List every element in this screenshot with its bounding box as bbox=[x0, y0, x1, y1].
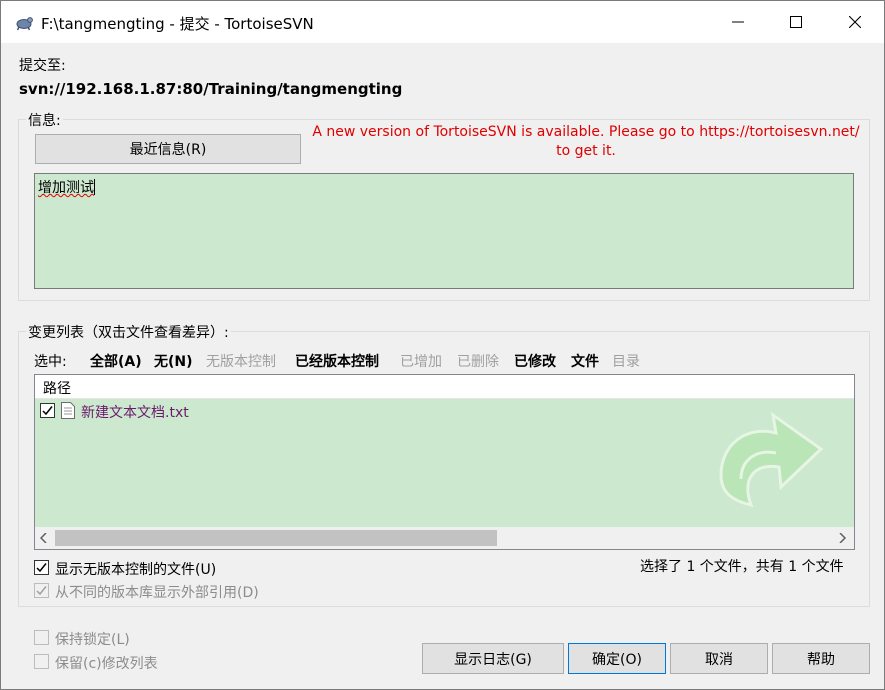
show-externals-checkbox[interactable] bbox=[34, 583, 49, 598]
select-label: 选中: bbox=[34, 354, 67, 370]
text-caret bbox=[94, 179, 95, 195]
file-checkbox[interactable] bbox=[40, 403, 55, 418]
commit-message-text: 增加测试 bbox=[38, 180, 94, 196]
title-bar: F:\tangmengting - 提交 - TortoiseSVN bbox=[1, 1, 884, 43]
keep-locks-label[interactable]: 保持锁定(L) bbox=[55, 629, 130, 649]
filter-added[interactable]: 已增加 bbox=[400, 351, 442, 371]
list-header: 路径 bbox=[35, 375, 854, 399]
scroll-right-icon[interactable] bbox=[839, 533, 847, 543]
show-unversioned-label[interactable]: 显示无版本控制的文件(U) bbox=[55, 559, 216, 579]
minimize-icon bbox=[732, 21, 744, 23]
message-group-label: 信息: bbox=[26, 110, 63, 130]
scroll-left-icon[interactable] bbox=[40, 533, 48, 543]
filter-all[interactable]: 全部(A) bbox=[90, 351, 142, 371]
keep-changelists-checkbox[interactable] bbox=[34, 654, 49, 669]
update-notice-link[interactable]: A new version of TortoiseSVN is availabl… bbox=[311, 123, 861, 161]
filter-none[interactable]: 无(N) bbox=[154, 351, 193, 371]
filter-directories[interactable]: 目录 bbox=[612, 351, 640, 371]
close-button[interactable] bbox=[826, 1, 884, 43]
maximize-icon bbox=[790, 16, 802, 28]
show-log-button[interactable]: 显示日志(G) bbox=[422, 643, 564, 674]
commit-dialog: F:\tangmengting - 提交 - TortoiseSVN 提交至: … bbox=[0, 0, 885, 690]
cancel-button[interactable]: 取消 bbox=[670, 643, 768, 674]
column-header-path[interactable]: 路径 bbox=[43, 378, 71, 398]
maximize-button[interactable] bbox=[767, 1, 825, 43]
show-externals-label[interactable]: 从不同的版本库显示外部引用(D) bbox=[55, 582, 259, 602]
repository-url: svn://192.168.1.87:80/Training/tangmengt… bbox=[19, 80, 403, 98]
ok-button[interactable]: 确定(O) bbox=[568, 643, 666, 674]
check-icon bbox=[42, 406, 53, 416]
tortoisesvn-icon bbox=[16, 17, 33, 31]
scrollbar-thumb[interactable] bbox=[55, 530, 497, 546]
window-title: F:\tangmengting - 提交 - TortoiseSVN bbox=[41, 15, 314, 33]
text-file-icon bbox=[61, 402, 75, 419]
filter-deleted[interactable]: 已删除 bbox=[457, 351, 499, 371]
changes-group-label: 变更列表（双击文件查看差异）: bbox=[26, 322, 231, 342]
commit-to-label: 提交至: bbox=[19, 58, 66, 74]
filter-modified[interactable]: 已修改 bbox=[514, 351, 556, 371]
filter-unversioned[interactable]: 无版本控制 bbox=[206, 351, 276, 371]
list-body: 新建文本文档.txt bbox=[35, 399, 854, 527]
file-name: 新建文本文档.txt bbox=[81, 405, 189, 421]
keep-changelists-label[interactable]: 保留(c)修改列表 bbox=[55, 653, 158, 673]
filter-versioned[interactable]: 已经版本控制 bbox=[295, 351, 379, 371]
horizontal-scrollbar[interactable] bbox=[35, 527, 854, 549]
check-icon bbox=[36, 586, 47, 596]
close-icon bbox=[849, 16, 861, 28]
keep-locks-checkbox[interactable] bbox=[34, 630, 49, 645]
file-list[interactable]: 路径 新建文本文档.txt bbox=[34, 374, 855, 550]
minimize-button[interactable] bbox=[709, 1, 767, 43]
check-icon bbox=[36, 563, 47, 573]
help-button[interactable]: 帮助 bbox=[772, 643, 870, 674]
filter-files[interactable]: 文件 bbox=[571, 351, 599, 371]
watermark-arrow-icon bbox=[719, 411, 824, 508]
commit-message-input[interactable]: 增加测试 bbox=[34, 173, 854, 289]
recent-messages-button[interactable]: 最近信息(R) bbox=[35, 134, 301, 164]
show-unversioned-checkbox[interactable] bbox=[34, 560, 49, 575]
selection-status: 选择了 1 个文件，共有 1 个文件 bbox=[640, 559, 844, 575]
list-item[interactable]: 新建文本文档.txt bbox=[35, 399, 335, 421]
